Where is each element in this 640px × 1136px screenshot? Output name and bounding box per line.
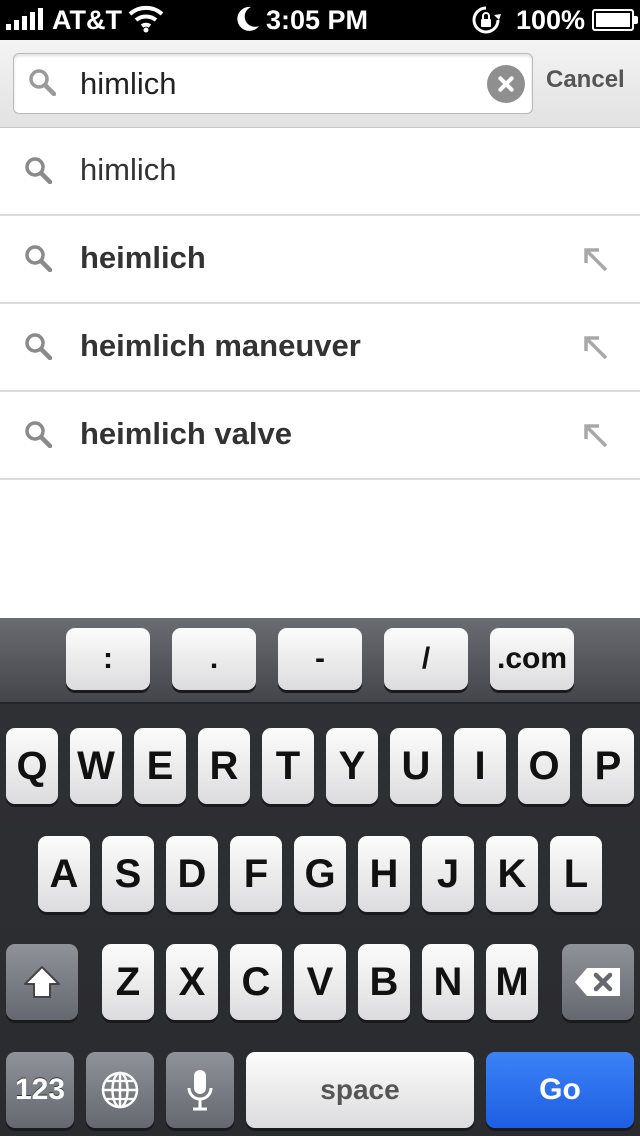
rotation-lock-icon [470, 5, 502, 42]
carrier-name: AT&T [52, 5, 122, 35]
cancel-button[interactable]: Cancel [546, 66, 625, 94]
key-n[interactable]: N [422, 944, 474, 1020]
suggestion-row[interactable]: heimlich valve [0, 392, 640, 480]
shift-key[interactable] [6, 944, 78, 1020]
key-o[interactable]: O [518, 728, 570, 804]
suggestion-row[interactable]: himlich [0, 128, 640, 216]
fill-query-arrow-icon[interactable] [582, 246, 610, 274]
do-not-disturb-moon-icon [234, 4, 262, 41]
key-g[interactable]: G [294, 836, 346, 912]
key-i[interactable]: I [454, 728, 506, 804]
key-t[interactable]: T [262, 728, 314, 804]
dictation-key[interactable] [166, 1052, 234, 1128]
key-p[interactable]: P [582, 728, 634, 804]
key-dotcom[interactable]: .com [490, 628, 574, 690]
fill-query-arrow-icon[interactable] [582, 422, 610, 450]
suggestion-row[interactable]: heimlich [0, 216, 640, 304]
key-e[interactable]: E [134, 728, 186, 804]
suggestion-label: himlich [80, 152, 177, 187]
key-slash[interactable]: / [384, 628, 468, 690]
key-s[interactable]: S [102, 836, 154, 912]
status-time: 3:05 PM [266, 5, 369, 35]
globe-key[interactable] [86, 1052, 154, 1128]
key-v[interactable]: V [294, 944, 346, 1020]
numbers-key[interactable]: 123 [6, 1052, 74, 1128]
keyboard: : . - / .com Q W E R T Y U I O P A S D F… [0, 618, 640, 1136]
search-icon [25, 245, 52, 272]
status-bar: AT&T 3:05 PM 100% [0, 0, 640, 40]
key-j[interactable]: J [422, 836, 474, 912]
suggestion-row[interactable]: heimlich maneuver [0, 304, 640, 392]
search-icon [25, 333, 52, 360]
search-box[interactable] [13, 53, 533, 114]
search-header: Cancel [0, 40, 640, 128]
space-key[interactable]: space [246, 1052, 474, 1128]
key-y[interactable]: Y [326, 728, 378, 804]
search-input[interactable] [80, 64, 480, 104]
key-k[interactable]: K [486, 836, 538, 912]
fill-query-arrow-icon[interactable] [582, 334, 610, 362]
key-period[interactable]: . [172, 628, 256, 690]
key-d[interactable]: D [166, 836, 218, 912]
key-u[interactable]: U [390, 728, 442, 804]
search-icon [25, 421, 52, 448]
key-w[interactable]: W [70, 728, 122, 804]
key-c[interactable]: C [230, 944, 282, 1020]
key-h[interactable]: H [358, 836, 410, 912]
key-l[interactable]: L [550, 836, 602, 912]
key-b[interactable]: B [358, 944, 410, 1020]
key-q[interactable]: Q [6, 728, 58, 804]
search-icon [29, 69, 56, 96]
globe-icon [101, 1071, 139, 1109]
key-hyphen[interactable]: - [278, 628, 362, 690]
backspace-key[interactable] [562, 944, 634, 1020]
key-x[interactable]: X [166, 944, 218, 1020]
clear-search-button[interactable] [487, 65, 525, 103]
key-f[interactable]: F [230, 836, 282, 912]
key-r[interactable]: R [198, 728, 250, 804]
shift-arrow-icon [24, 966, 60, 998]
go-button[interactable]: Go [486, 1052, 634, 1128]
signal-strength-icon [6, 8, 43, 30]
key-colon[interactable]: : [66, 628, 150, 690]
battery-icon [592, 9, 638, 31]
suggestion-label: heimlich [80, 240, 206, 275]
key-z[interactable]: Z [102, 944, 154, 1020]
battery-percentage: 100% [516, 5, 586, 35]
search-icon [25, 157, 52, 184]
wifi-icon [128, 4, 164, 41]
backspace-icon [575, 968, 620, 996]
suggestion-label: heimlich maneuver [80, 328, 361, 363]
microphone-icon [187, 1070, 213, 1111]
suggestions-list: himlich heimlich heimlich maneuver heiml… [0, 128, 640, 480]
key-a[interactable]: A [38, 836, 90, 912]
key-m[interactable]: M [486, 944, 538, 1020]
suggestion-label: heimlich valve [80, 416, 292, 451]
